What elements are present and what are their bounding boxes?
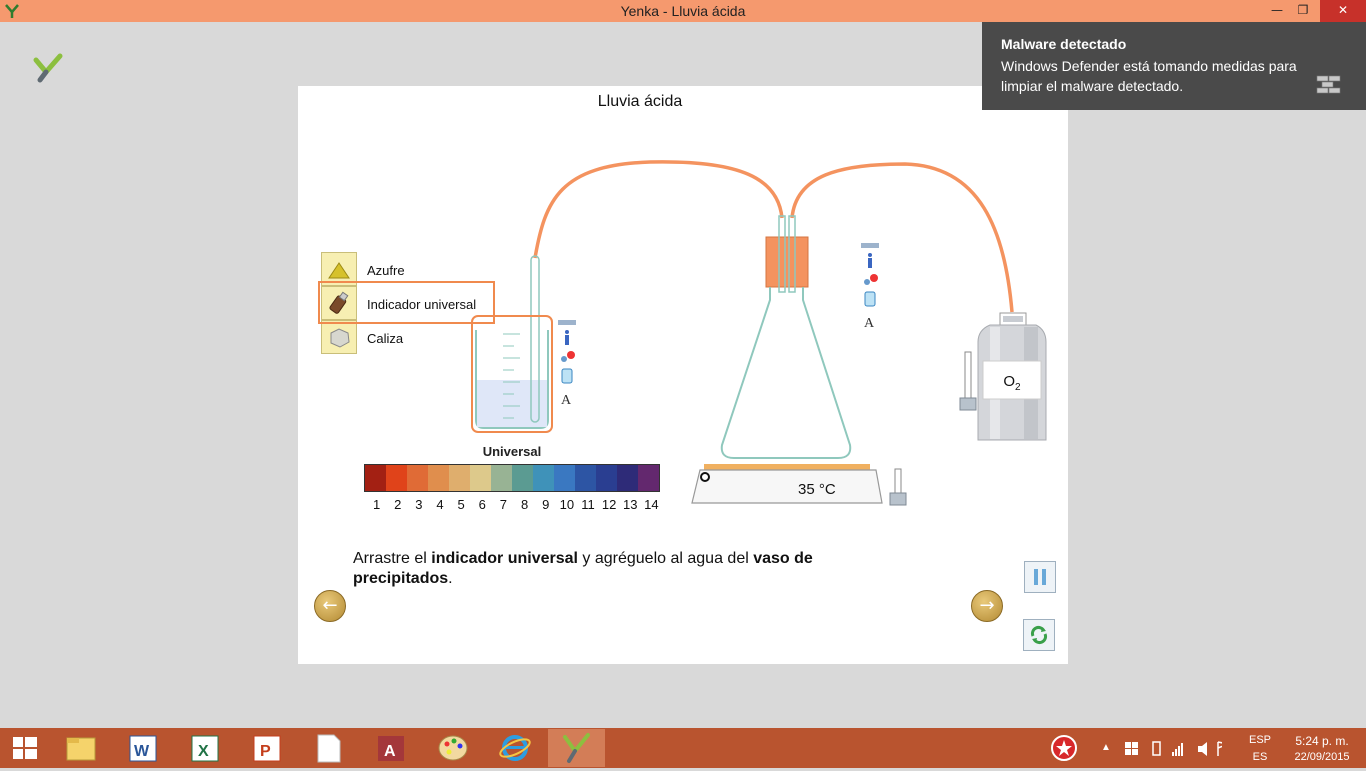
- svg-text:W: W: [134, 743, 150, 760]
- palette-icon: [438, 735, 468, 761]
- clock-date[interactable]: 22/09/2015: [1282, 751, 1362, 763]
- ph-tick-label: 2: [394, 497, 402, 512]
- ph-tick-label: 13: [623, 497, 638, 512]
- notification-title: Malware detectado: [1001, 36, 1127, 52]
- input-language-top[interactable]: ESP: [1244, 734, 1276, 746]
- folder-icon: [66, 737, 96, 761]
- pause-button[interactable]: [1024, 561, 1056, 593]
- ph-scale-ticks: 1 2 3 4 5 6 7 8 9 10 11 12 13 14: [366, 497, 662, 512]
- ph-tick-label: 6: [478, 497, 486, 512]
- access-icon: A: [378, 736, 404, 761]
- svg-text:A: A: [561, 393, 572, 408]
- ph-tick-label: 10: [559, 497, 575, 512]
- ph-tick-label: 1: [372, 497, 381, 512]
- ph-tick-label: 4: [436, 497, 444, 512]
- defender-wall-icon: [1316, 75, 1341, 94]
- hot-plate-temperature: 35 °C: [798, 481, 836, 498]
- powerpoint-icon: P: [253, 735, 281, 762]
- reset-button[interactable]: [1023, 619, 1055, 651]
- taskbar-paint[interactable]: [424, 729, 481, 767]
- ph-swatch: [491, 465, 512, 491]
- beaker-properties-icons[interactable]: A: [558, 320, 576, 408]
- gas-label: O2: [1003, 373, 1021, 393]
- tray-antivirus[interactable]: [1036, 729, 1092, 767]
- ph-swatch: [365, 465, 386, 491]
- windows-logo-icon: [13, 737, 37, 759]
- svg-text:X: X: [198, 743, 209, 760]
- ph-swatch: [428, 465, 449, 491]
- chemical-caliza[interactable]: [321, 320, 357, 354]
- taskbar-blank-document[interactable]: [300, 729, 357, 767]
- hot-plate-knob[interactable]: [700, 472, 710, 482]
- taskbar-internet-explorer[interactable]: [486, 729, 543, 767]
- instruction-text: Arrastre el indicador universal y agrégu…: [353, 550, 813, 587]
- selection-highlight: [318, 281, 495, 324]
- document-icon: [317, 734, 341, 763]
- input-language-bottom[interactable]: ES: [1244, 751, 1276, 763]
- ph-scale-title: Universal: [482, 444, 542, 459]
- ph-swatch: [638, 465, 659, 491]
- svg-text:A: A: [384, 743, 396, 760]
- ph-color-scale: [364, 464, 660, 492]
- svg-text:A: A: [864, 316, 875, 331]
- yenka-taskbar-icon: [563, 733, 590, 763]
- ph-swatch: [512, 465, 533, 491]
- taskbar-word[interactable]: W: [114, 729, 171, 767]
- internet-explorer-icon: [499, 735, 531, 761]
- svg-text:P: P: [260, 743, 271, 760]
- start-button[interactable]: [0, 729, 50, 767]
- ph-swatch: [386, 465, 407, 491]
- tray-overflow-chevron-icon[interactable]: ▲: [1100, 742, 1112, 753]
- ph-tick-label: 14: [644, 497, 659, 512]
- ph-tick-label: 12: [601, 497, 617, 512]
- notification-body: Windows Defender está tomando medidas pa…: [1001, 58, 1297, 94]
- ph-swatch: [470, 465, 491, 491]
- taskbar-powerpoint[interactable]: P: [238, 729, 295, 767]
- refresh-icon: [1030, 625, 1048, 645]
- arrow-left-icon: ←: [322, 595, 338, 616]
- ph-tick-label: 7: [499, 497, 508, 512]
- next-page-button[interactable]: →: [971, 590, 1003, 622]
- ph-swatch: [617, 465, 638, 491]
- ph-tick-label: 8: [520, 497, 529, 512]
- tray-icons: [1125, 741, 1222, 756]
- taskbar-access[interactable]: A: [362, 729, 419, 767]
- limestone-icon: [330, 328, 350, 348]
- conical-flask[interactable]: [720, 215, 852, 459]
- ph-swatch: [575, 465, 596, 491]
- taskbar-yenka[interactable]: [548, 729, 605, 767]
- flask-properties-icons[interactable]: A: [861, 243, 879, 331]
- delivery-tube-right: [790, 162, 1014, 313]
- delivery-tube-left: [533, 160, 784, 259]
- ph-swatch: [596, 465, 617, 491]
- ph-tick-label: 11: [581, 497, 595, 512]
- ph-swatch: [533, 465, 554, 491]
- pause-icon: [1034, 569, 1046, 585]
- chemical-label-caliza: Caliza: [367, 331, 404, 346]
- antivirus-icon: [1051, 735, 1077, 761]
- ph-swatch: [407, 465, 428, 491]
- word-icon: W: [129, 735, 157, 762]
- ph-tick-label: 9: [542, 497, 550, 512]
- clock-time[interactable]: 5:24 p. m.: [1282, 734, 1362, 748]
- arrow-right-icon: →: [979, 595, 995, 616]
- ph-swatch: [449, 465, 470, 491]
- malware-notification[interactable]: Malware detectado Windows Defender está …: [982, 22, 1366, 110]
- previous-page-button[interactable]: ←: [314, 590, 346, 622]
- ph-tick-label: 5: [457, 497, 465, 512]
- taskbar-file-explorer[interactable]: [52, 729, 109, 767]
- ph-tick-label: 3: [415, 497, 423, 512]
- excel-icon: X: [191, 735, 219, 762]
- taskbar-excel[interactable]: X: [176, 729, 233, 767]
- ph-swatch: [554, 465, 575, 491]
- chemical-label-azufre: Azufre: [367, 263, 405, 278]
